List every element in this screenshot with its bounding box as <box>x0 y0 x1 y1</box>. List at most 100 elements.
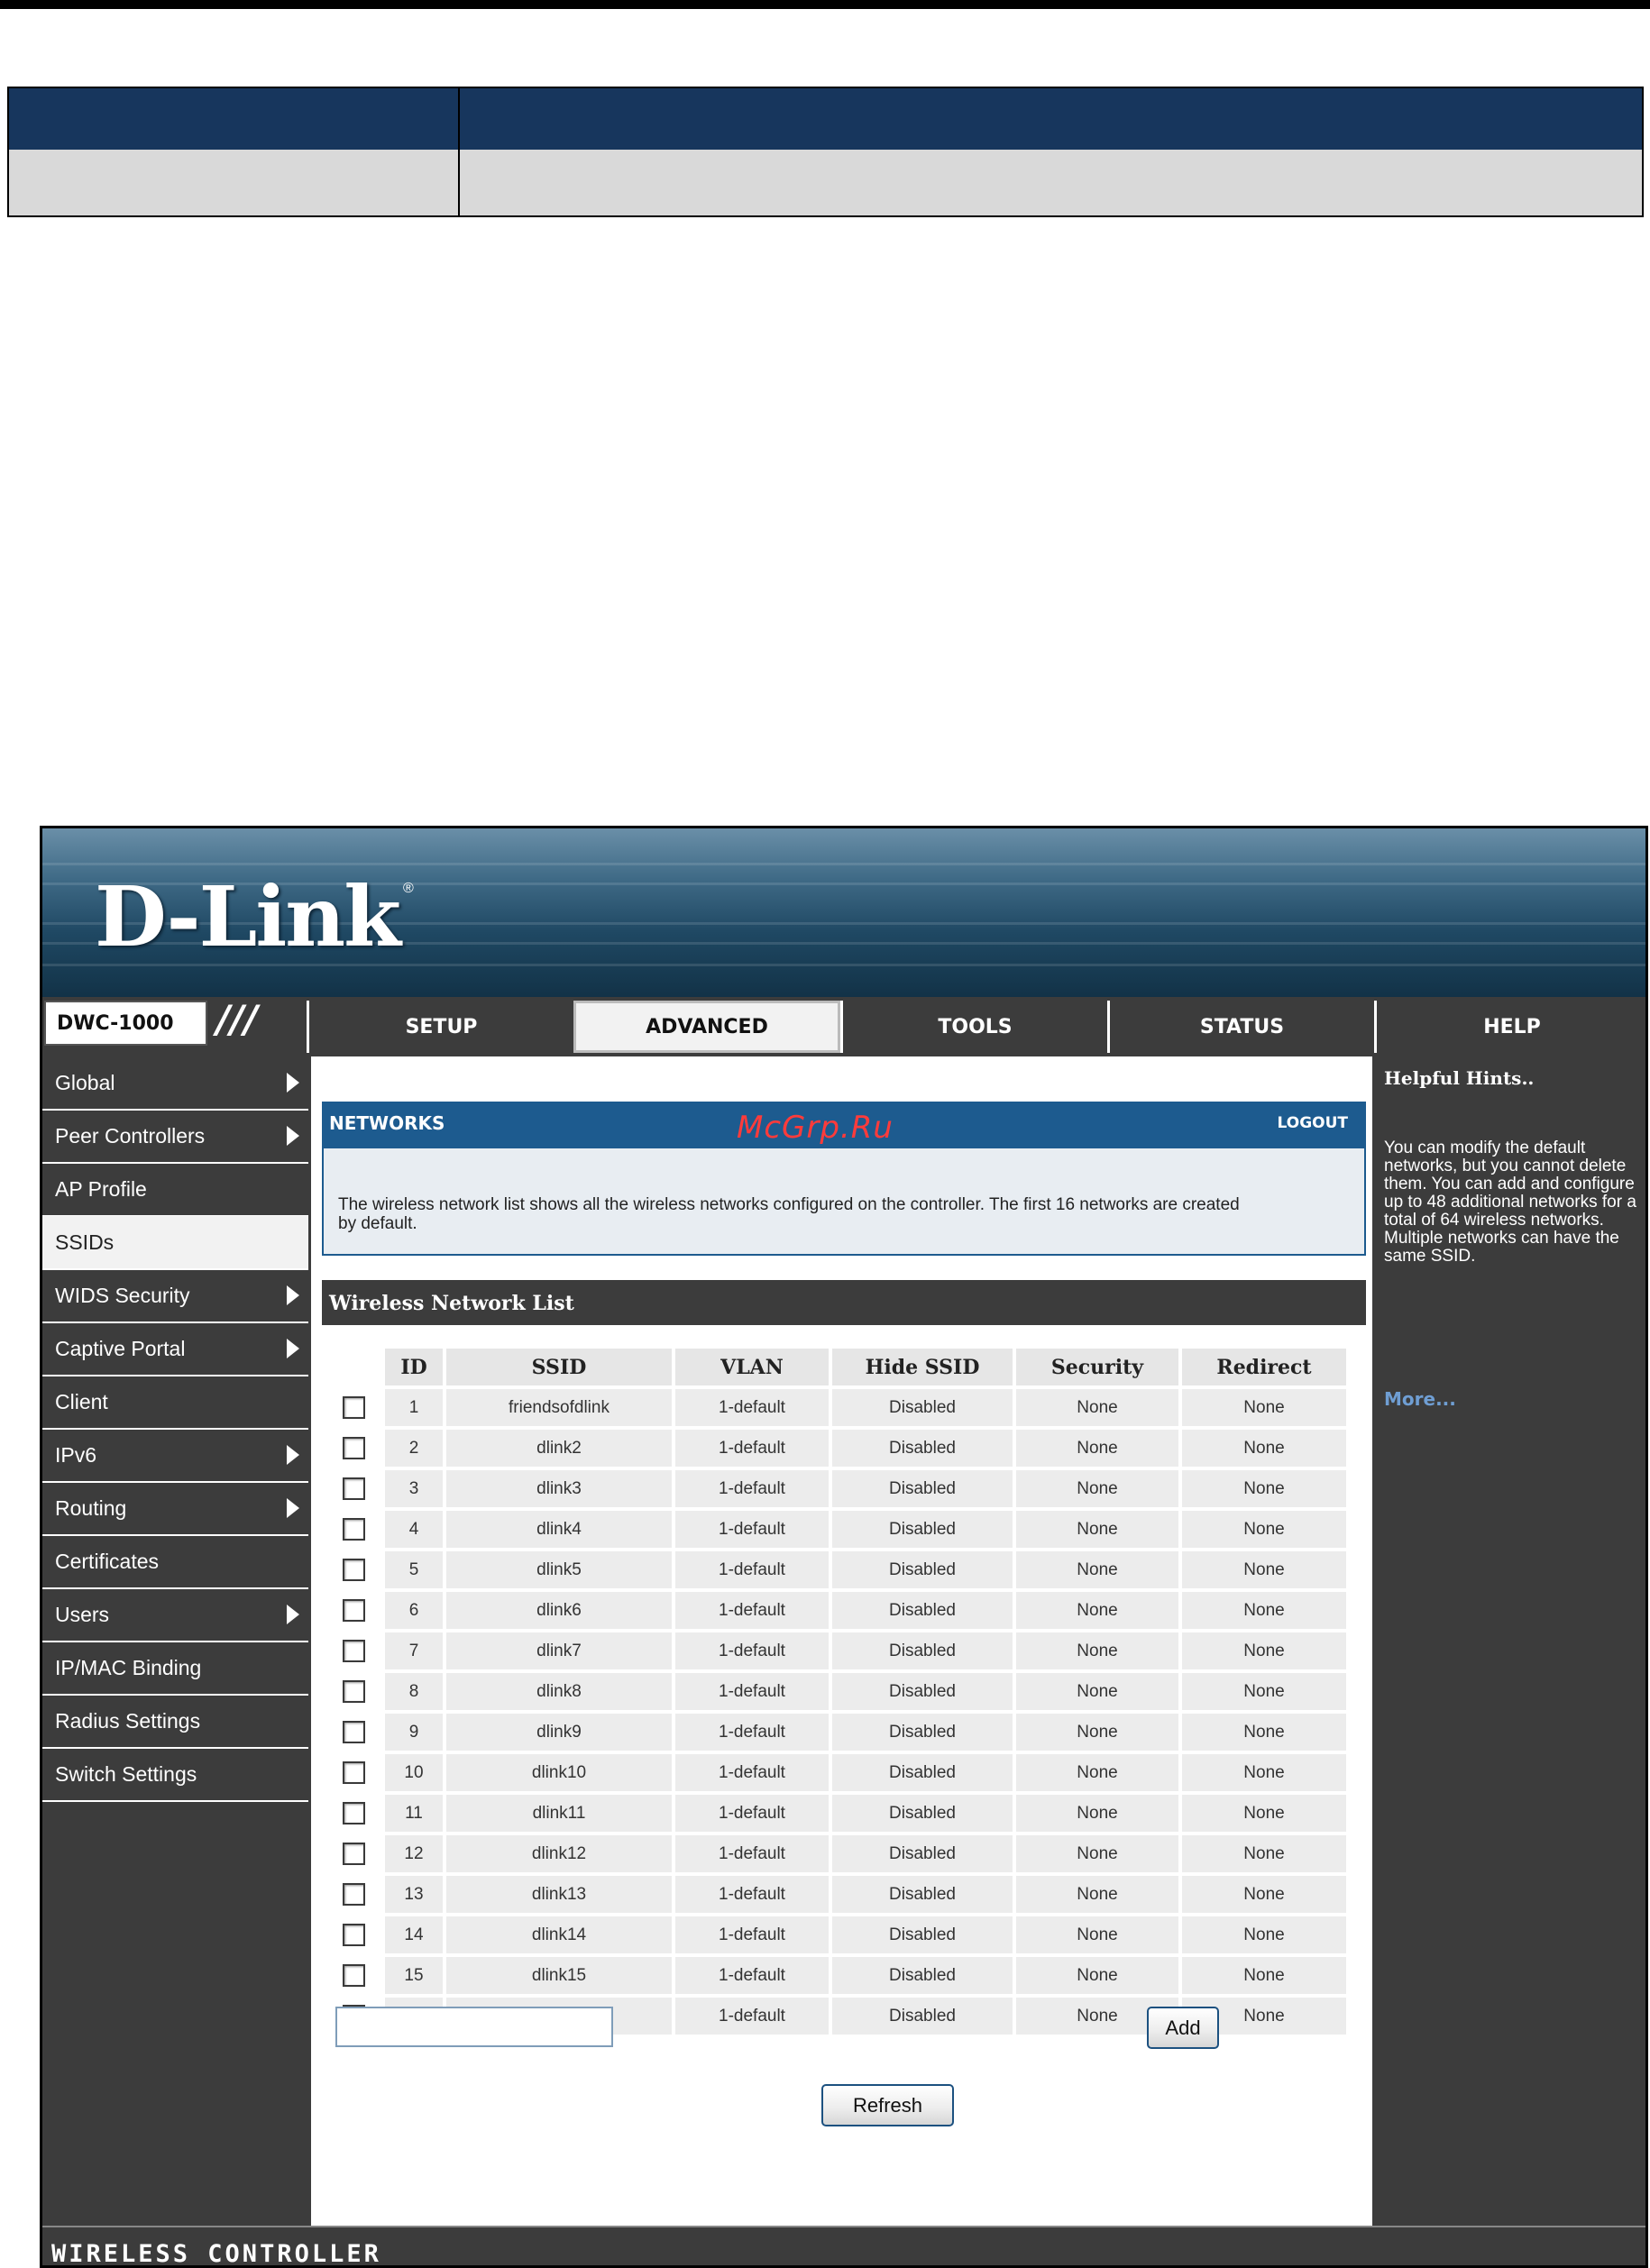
cell-hide-ssid: Disabled <box>832 1916 1013 1953</box>
cell-id: 14 <box>385 1916 443 1953</box>
cell-redirect: None <box>1182 1876 1346 1913</box>
section-title: NETWORKS <box>329 1112 445 1134</box>
cell-id: 5 <box>385 1551 443 1588</box>
row-checkbox[interactable] <box>342 1802 365 1824</box>
cell-hide-ssid: Disabled <box>832 1673 1013 1710</box>
cell-vlan: 1-default <box>675 1551 829 1588</box>
row-checkbox[interactable] <box>342 1924 365 1946</box>
logout-link[interactable]: LOGOUT <box>1278 1114 1348 1132</box>
main-content: NETWORKS LOGOUT McGrp.Ru The wireless ne… <box>311 1056 1372 2226</box>
add-button[interactable]: Add <box>1147 2007 1219 2049</box>
sidebar-item-radius-settings[interactable]: Radius Settings <box>42 1695 308 1749</box>
row-checkbox[interactable] <box>342 1599 365 1622</box>
sidebar-item-certificates[interactable]: Certificates <box>42 1535 308 1589</box>
chevron-right-icon <box>287 1073 299 1093</box>
cell-ssid: dlink2 <box>446 1430 672 1467</box>
column-vlan: VLAN <box>675 1349 829 1385</box>
cell-security: None <box>1016 1957 1178 1994</box>
cell-id: 13 <box>385 1876 443 1913</box>
cell-ssid: dlink14 <box>446 1916 672 1953</box>
table-row: 8 dlink8 1-default Disabled None None <box>325 1673 1346 1710</box>
app-window: D-Link ® DWC-1000 /// SETUP ADVANCED TOO… <box>40 826 1648 2268</box>
table-row: 10 dlink10 1-default Disabled None None <box>325 1754 1346 1791</box>
cell-ssid: dlink15 <box>446 1957 672 1994</box>
row-select-cell <box>325 1673 381 1710</box>
sidebar-item-users[interactable]: Users <box>42 1588 308 1642</box>
row-checkbox[interactable] <box>342 1640 365 1662</box>
row-checkbox[interactable] <box>342 1721 365 1743</box>
sidebar-item-ap-profile[interactable]: AP Profile <box>42 1163 308 1217</box>
tab-setup[interactable]: SETUP <box>307 1001 573 1053</box>
row-select-cell <box>325 1551 381 1588</box>
row-checkbox[interactable] <box>342 1559 365 1581</box>
sidebar-item-routing[interactable]: Routing <box>42 1482 308 1536</box>
banner: D-Link ® <box>42 828 1645 997</box>
cell-security: None <box>1016 1511 1178 1548</box>
column-id: ID <box>385 1349 443 1385</box>
doc-table-divider <box>458 88 460 215</box>
cell-security: None <box>1016 1470 1178 1507</box>
cell-redirect: None <box>1182 1835 1346 1872</box>
cell-id: 6 <box>385 1592 443 1629</box>
column-redirect: Redirect <box>1182 1349 1346 1385</box>
table-row: 5 dlink5 1-default Disabled None None <box>325 1551 1346 1588</box>
sidebar-item-ipv6[interactable]: IPv6 <box>42 1429 308 1483</box>
tab-status[interactable]: STATUS <box>1107 1001 1374 1053</box>
table-row: 4 dlink4 1-default Disabled None None <box>325 1511 1346 1548</box>
table-row: 15 dlink15 1-default Disabled None None <box>325 1957 1346 1994</box>
tab-tools[interactable]: TOOLS <box>840 1001 1107 1053</box>
cell-security: None <box>1016 1835 1178 1872</box>
cell-hide-ssid: Disabled <box>832 1835 1013 1872</box>
tab-advanced[interactable]: ADVANCED <box>573 1001 840 1053</box>
row-checkbox[interactable] <box>342 1761 365 1784</box>
sidebar-item-switch-settings[interactable]: Switch Settings <box>42 1748 308 1802</box>
row-select-cell <box>325 1511 381 1548</box>
sidebar-item-peer-controllers[interactable]: Peer Controllers <box>42 1110 308 1164</box>
row-select-cell <box>325 1957 381 1994</box>
list-title: Wireless Network List <box>329 1292 574 1315</box>
network-table: ID SSID VLAN Hide SSID Security Redirect… <box>322 1345 1350 2038</box>
top-nav: DWC-1000 /// SETUP ADVANCED TOOLS STATUS… <box>42 997 1645 1056</box>
row-checkbox[interactable] <box>342 1883 365 1906</box>
cell-vlan: 1-default <box>675 1876 829 1913</box>
more-link[interactable]: More... <box>1384 1388 1456 1410</box>
cell-security: None <box>1016 1754 1178 1791</box>
row-select-cell <box>325 1592 381 1629</box>
cell-hide-ssid: Disabled <box>832 1511 1013 1548</box>
cell-ssid: dlink13 <box>446 1876 672 1913</box>
row-checkbox[interactable] <box>342 1437 365 1459</box>
cell-ssid: dlink4 <box>446 1511 672 1548</box>
row-checkbox[interactable] <box>342 1518 365 1541</box>
sidebar-item-client[interactable]: Client <box>42 1376 308 1430</box>
sidebar-item-global[interactable]: Global <box>42 1056 308 1111</box>
cell-security: None <box>1016 1916 1178 1953</box>
sidebar-item-captive-portal[interactable]: Captive Portal <box>42 1322 308 1376</box>
cell-id: 3 <box>385 1470 443 1507</box>
sidebar-item-wids-security[interactable]: WIDS Security <box>42 1269 308 1323</box>
section-description: The wireless network list shows all the … <box>338 1195 1240 1233</box>
model-label: DWC-1000 <box>57 1012 174 1035</box>
refresh-button[interactable]: Refresh <box>821 2084 954 2126</box>
cell-redirect: None <box>1182 1916 1346 1953</box>
cell-vlan: 1-default <box>675 1835 829 1872</box>
cell-hide-ssid: Disabled <box>832 1551 1013 1588</box>
tab-help[interactable]: HELP <box>1374 1001 1645 1053</box>
row-checkbox[interactable] <box>342 1843 365 1865</box>
row-checkbox[interactable] <box>342 1964 365 1987</box>
table-row: 14 dlink14 1-default Disabled None None <box>325 1916 1346 1953</box>
chevron-right-icon <box>287 1445 299 1465</box>
footer: WIRELESS CONTROLLER <box>42 2226 1645 2265</box>
cell-redirect: None <box>1182 1957 1346 1994</box>
table-row: 13 dlink13 1-default Disabled None None <box>325 1876 1346 1913</box>
row-select-cell <box>325 1835 381 1872</box>
row-checkbox[interactable] <box>342 1680 365 1703</box>
dlink-logo: D-Link <box>95 868 401 965</box>
row-checkbox[interactable] <box>342 1477 365 1500</box>
cell-hide-ssid: Disabled <box>832 1795 1013 1832</box>
doc-table-row <box>9 150 1642 215</box>
sidebar-item-ssids[interactable]: SSIDs <box>42 1216 308 1270</box>
new-ssid-input[interactable] <box>335 2007 613 2047</box>
row-checkbox[interactable] <box>342 1396 365 1419</box>
sidebar-item-ip-mac-binding[interactable]: IP/MAC Binding <box>42 1642 308 1696</box>
cell-id: 9 <box>385 1714 443 1751</box>
